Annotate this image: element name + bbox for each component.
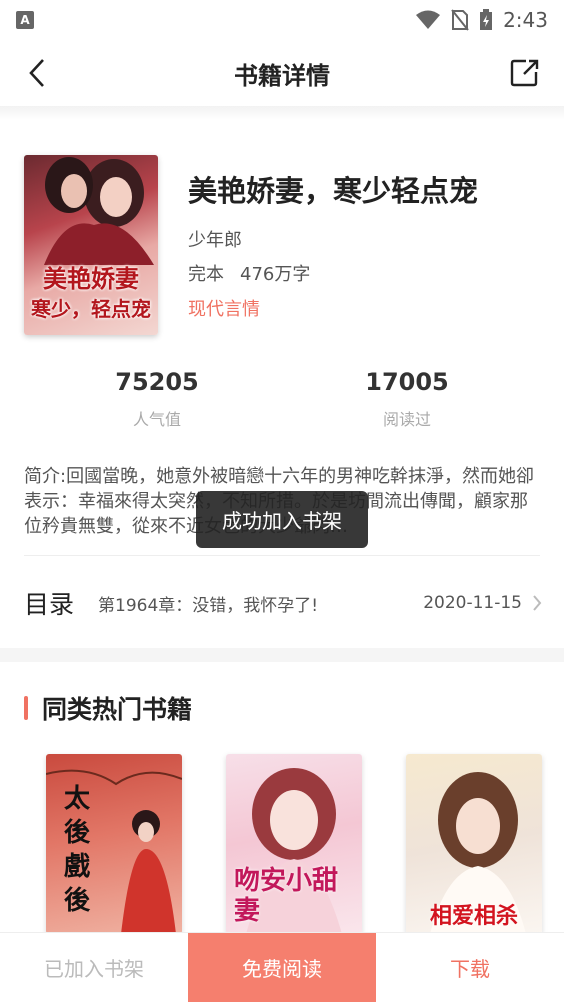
toc-row[interactable]: 目录 第1964章：没错，我怀孕了! 2020-11-15 xyxy=(24,580,544,626)
cover-illustration xyxy=(44,157,154,265)
chevron-left-icon xyxy=(29,59,44,87)
nav-bar: 书籍详情 xyxy=(0,40,564,106)
status-bar: A 2:43 xyxy=(0,0,564,40)
page-title: 书籍详情 xyxy=(234,61,330,90)
stat-value: 75205 xyxy=(115,368,199,396)
cover-title-line2: 寒少，轻点宠 xyxy=(31,297,151,321)
stat-readers: 17005 阅读过 xyxy=(317,368,497,430)
added-to-shelf-button[interactable]: 已加入书架 xyxy=(0,933,188,1002)
cover-title: 太後戲後 xyxy=(64,784,91,916)
section-separator xyxy=(0,648,564,662)
chevron-right-icon xyxy=(532,593,544,613)
latest-chapter: 第1964章：没错，我怀孕了! xyxy=(98,595,319,616)
status-icons: 2:43 xyxy=(415,8,548,32)
app-notification-icon: A xyxy=(16,11,34,29)
free-read-button[interactable]: 免费阅读 xyxy=(188,933,376,1002)
share-icon xyxy=(510,59,539,87)
toc-label: 目录 xyxy=(24,590,75,619)
section-accent-bar xyxy=(24,696,28,720)
status-time: 2:43 xyxy=(503,8,548,32)
cover-title-line1: 美艳娇妻 xyxy=(43,264,139,293)
toast-message: 成功加入书架 xyxy=(196,491,368,548)
recommended-book-cover[interactable]: 太後戲後 xyxy=(46,754,182,934)
recommended-book-cover[interactable]: 相爱相杀 xyxy=(406,754,542,934)
stat-value: 17005 xyxy=(365,368,449,396)
battery-charging-icon xyxy=(480,9,493,30)
section-header: 同类热门书籍 xyxy=(24,690,192,726)
cover-title: 相爱相杀 xyxy=(429,903,518,929)
book-title: 美艳娇妻，寒少轻点宠 xyxy=(188,174,479,208)
section-title: 同类热门书籍 xyxy=(42,695,193,724)
book-word-count: 476万字 xyxy=(240,264,311,285)
recommended-book-cover[interactable]: 吻安小甜妻 xyxy=(226,754,362,934)
book-cover: 美艳娇妻 寒少，轻点宠 xyxy=(24,155,158,335)
bottom-action-bar: 已加入书架 免费阅读 下载 xyxy=(0,932,564,1002)
latest-chapter-date: 2020-11-15 xyxy=(423,593,522,613)
back-button[interactable] xyxy=(20,56,54,90)
divider xyxy=(24,555,540,556)
book-author[interactable]: 少年郎 xyxy=(188,226,242,252)
nav-shadow xyxy=(0,106,564,120)
book-genre[interactable]: 现代言情 xyxy=(188,295,260,321)
stat-label: 阅读过 xyxy=(382,410,431,429)
share-button[interactable] xyxy=(508,56,542,90)
book-meta: 完本 476万字 xyxy=(188,260,310,286)
no-sim-icon xyxy=(451,9,469,31)
cover-title: 吻安小甜妻 xyxy=(234,866,339,926)
stat-label: 人气值 xyxy=(132,410,181,429)
download-button[interactable]: 下载 xyxy=(376,933,564,1002)
book-status: 完本 xyxy=(188,264,224,285)
wifi-icon xyxy=(416,10,441,29)
stat-popularity: 75205 人气值 xyxy=(67,368,247,430)
